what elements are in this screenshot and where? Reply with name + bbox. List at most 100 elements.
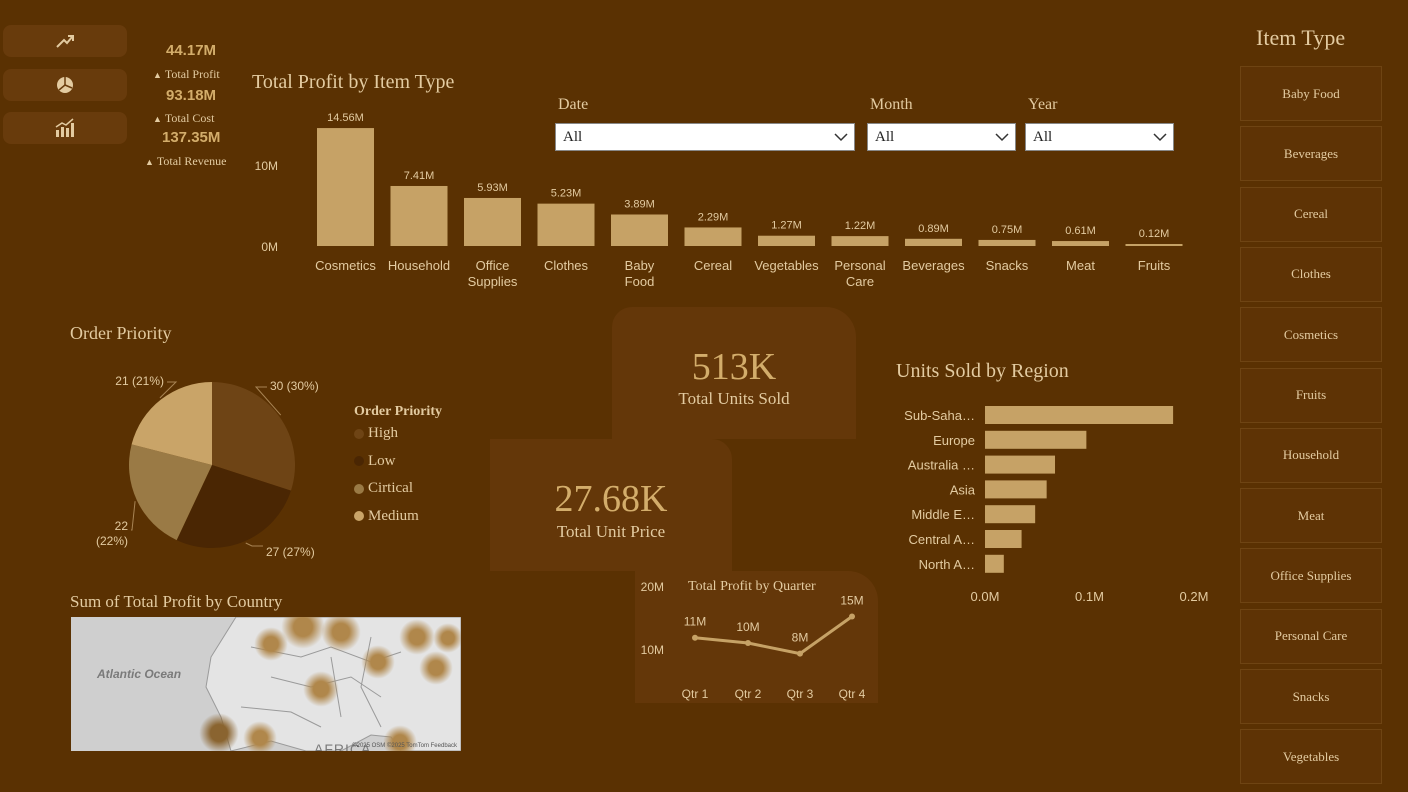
kpi-profit-label: ▲ Total Profit bbox=[153, 67, 220, 81]
y-category-label: Central A… bbox=[909, 532, 975, 547]
line-point bbox=[745, 640, 751, 646]
kpi-revenue-value: 137.35M bbox=[162, 129, 221, 146]
slicer-item[interactable]: Household bbox=[1240, 427, 1382, 483]
x-tick-label: 0.0M bbox=[971, 589, 1000, 604]
y-category-label: Asia bbox=[950, 482, 976, 497]
hbar bbox=[985, 406, 1174, 424]
pie-legend-item[interactable]: High bbox=[354, 425, 398, 442]
map-attribution[interactable]: ©2025 OSM ©2025 TomTom Feedback bbox=[352, 743, 457, 749]
slicer-item[interactable]: Baby Food bbox=[1240, 66, 1382, 121]
date-dropdown-value: All bbox=[563, 129, 583, 145]
map-bubble[interactable] bbox=[399, 619, 435, 655]
slicer-item[interactable]: Fruits bbox=[1240, 367, 1382, 423]
order-priority-title: Order Priority bbox=[70, 323, 172, 343]
map-bubble[interactable] bbox=[199, 713, 239, 751]
hbar bbox=[985, 554, 1004, 573]
nav-bar-button[interactable] bbox=[3, 112, 127, 144]
country-profit-map[interactable]: Atlantic Ocean AFRICA ©2025 OSM ©2025 To… bbox=[71, 617, 461, 751]
nav-pie-button[interactable] bbox=[3, 69, 127, 101]
bar bbox=[684, 227, 742, 246]
slicer-item[interactable]: Vegetables bbox=[1240, 729, 1382, 785]
units-sold-label: Total Units Sold bbox=[678, 389, 790, 408]
slicer-item[interactable]: Snacks bbox=[1240, 669, 1382, 724]
pie-leader-line bbox=[131, 501, 136, 531]
x-tick-label: Vegetables bbox=[754, 258, 819, 273]
y-category-label: Middle E… bbox=[911, 507, 975, 522]
month-dropdown[interactable]: All bbox=[867, 123, 1016, 151]
line-data-label: 15M bbox=[840, 594, 863, 608]
pie-legend-item[interactable]: Low bbox=[354, 453, 396, 470]
x-tick-label: Beverages bbox=[902, 258, 965, 273]
year-dropdown-value: All bbox=[1033, 129, 1053, 145]
pie-legend-item[interactable]: Medium bbox=[354, 508, 419, 525]
up-triangle-icon: ▲ bbox=[153, 70, 162, 80]
bar-data-label: 5.23M bbox=[551, 188, 582, 200]
x-tick-label: Snacks bbox=[986, 258, 1029, 273]
legend-label: Medium bbox=[368, 507, 419, 524]
line-point bbox=[849, 613, 855, 620]
x-tick-label: Qtr 3 bbox=[787, 687, 814, 701]
units-sold-card: 513K Total Units Sold bbox=[612, 307, 856, 439]
bar-data-label: 0.89M bbox=[918, 223, 949, 235]
pie-data-label: 21 (21%) bbox=[115, 374, 164, 388]
x-tick-label: 0.2M bbox=[1180, 589, 1209, 604]
month-dropdown-value: All bbox=[875, 129, 895, 145]
slicer-item[interactable]: Cosmetics bbox=[1240, 307, 1382, 363]
slicer-item[interactable]: Cereal bbox=[1240, 186, 1382, 242]
x-tick-label: Care bbox=[846, 274, 874, 289]
slicer-item[interactable]: Meat bbox=[1240, 488, 1382, 544]
bar-data-label: 1.27M bbox=[771, 220, 802, 232]
order-priority-pie: 30 (30%) 27 (27%) 22 (22%) 21 (21%) bbox=[96, 374, 319, 559]
slicer-title: Item Type bbox=[1256, 25, 1346, 50]
bar-data-label: 1.22M bbox=[845, 220, 876, 232]
line-data-label: 11M bbox=[684, 615, 706, 629]
legend-dot-icon bbox=[354, 511, 364, 521]
x-tick-label: Fruits bbox=[1138, 258, 1171, 273]
chevron-down-icon bbox=[1153, 133, 1167, 142]
legend-dot-icon bbox=[354, 428, 364, 439]
map-bubble[interactable] bbox=[419, 651, 453, 685]
y-tick-label: 10M bbox=[255, 159, 278, 173]
x-tick-label: 0.1M bbox=[1075, 589, 1104, 604]
x-tick-label: Personal bbox=[834, 258, 885, 273]
bar bbox=[537, 203, 595, 246]
pie-legend-item[interactable]: Cirtical bbox=[354, 480, 413, 497]
bar-data-label: 2.29M bbox=[698, 211, 729, 223]
x-tick-label: Qtr 2 bbox=[735, 687, 762, 701]
slicer-item[interactable]: Clothes bbox=[1240, 246, 1382, 302]
bar-data-label: 0.61M bbox=[1065, 225, 1096, 237]
pie-data-label: 30 (30%) bbox=[270, 379, 319, 393]
date-dropdown[interactable]: All bbox=[555, 123, 855, 151]
x-tick-label: Food bbox=[625, 274, 655, 289]
year-dropdown[interactable]: All bbox=[1025, 123, 1174, 151]
nav-trend-button[interactable] bbox=[3, 25, 127, 57]
slicer-item[interactable]: Personal Care bbox=[1240, 608, 1382, 664]
unit-price-label: Total Unit Price bbox=[556, 522, 666, 541]
trend-up-icon bbox=[56, 35, 74, 48]
line-point bbox=[797, 650, 803, 657]
units-sold-value: 513K bbox=[691, 346, 777, 388]
bar-data-label: 5.93M bbox=[477, 182, 508, 194]
line-series bbox=[694, 615, 853, 656]
y-category-label: Europe bbox=[933, 433, 975, 448]
hbar bbox=[985, 505, 1036, 524]
legend-dot-icon bbox=[354, 456, 364, 466]
bar bbox=[978, 239, 1036, 246]
bar-data-label: 14.56M bbox=[327, 112, 364, 124]
unit-price-card: 27.68K Total Unit Price bbox=[490, 439, 732, 571]
slicer-item[interactable]: Office Supplies bbox=[1240, 548, 1382, 604]
line-data-label: 10M bbox=[736, 620, 759, 634]
hbar bbox=[985, 430, 1087, 449]
map-bubble[interactable] bbox=[361, 645, 395, 679]
units-by-region-title: Units Sold by Region bbox=[896, 360, 1069, 382]
map-bubble[interactable] bbox=[303, 671, 339, 707]
slicer-item[interactable]: Beverages bbox=[1240, 126, 1382, 182]
x-tick-label: Clothes bbox=[544, 258, 589, 273]
kpi-cost-value: 93.18M bbox=[166, 87, 217, 104]
x-tick-label: Meat bbox=[1066, 258, 1095, 273]
bar-data-label: 3.89M bbox=[624, 198, 655, 210]
map-bubble[interactable] bbox=[243, 721, 277, 751]
pie-legend-title: Order Priority bbox=[354, 404, 442, 419]
hbar bbox=[985, 530, 1022, 548]
map-bubble[interactable] bbox=[433, 623, 461, 653]
